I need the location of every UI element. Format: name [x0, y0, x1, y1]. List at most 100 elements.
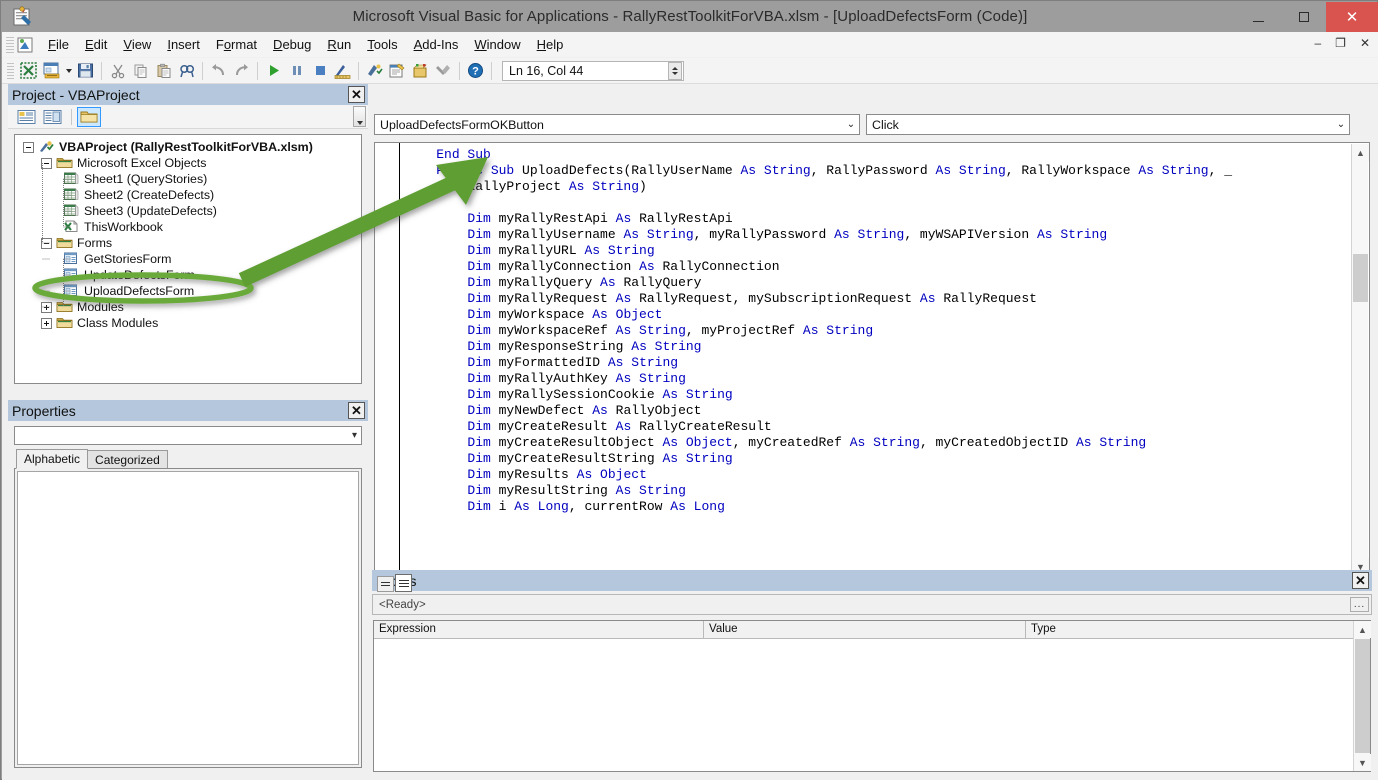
code-editor[interactable]: End Sub Public Sub UploadDefects(RallyUs… — [374, 142, 1370, 594]
expander-minus-icon[interactable] — [41, 237, 52, 249]
locals-close-icon[interactable]: ✕ — [1352, 572, 1369, 589]
save-icon[interactable] — [74, 60, 97, 82]
maximize-button[interactable] — [1281, 2, 1326, 32]
view-code-icon[interactable] — [14, 107, 38, 127]
menu-format[interactable]: Format — [208, 34, 265, 55]
object-dropdown[interactable]: UploadDefectsFormOKButton ⌄ — [374, 114, 860, 135]
paste-icon[interactable] — [152, 60, 175, 82]
chevron-down-icon[interactable]: ⌄ — [843, 119, 859, 130]
expander-minus-icon[interactable] — [23, 141, 34, 153]
tree-item-microsoft-excel-objects[interactable]: Microsoft Excel Objects — [15, 155, 361, 171]
toolbar-separator — [358, 61, 359, 80]
mdi-restore-button[interactable]: ❐ — [1333, 36, 1348, 50]
copy-icon[interactable] — [129, 60, 152, 82]
view-object-icon[interactable] — [40, 107, 64, 127]
menu-window[interactable]: Window — [466, 34, 528, 55]
code-line: Dim myRallyRestApi As RallyRestApi — [467, 211, 733, 226]
code-vertical-scrollbar[interactable]: ▲ ▼ — [1351, 144, 1369, 575]
tree-item-modules[interactable]: Modules — [15, 299, 361, 315]
menu-grip-handle[interactable] — [6, 36, 14, 53]
insert-userform-icon[interactable] — [40, 60, 63, 82]
procedure-dropdown[interactable]: Click ⌄ — [866, 114, 1350, 135]
locals-more-button[interactable]: ... — [1350, 597, 1369, 612]
toolbox-icon[interactable] — [432, 60, 455, 82]
tree-item-label: VBAProject (RallyRestToolkitForVBA.xlsm) — [59, 140, 313, 154]
project-explorer-icon[interactable] — [363, 60, 386, 82]
tree-item-class-modules[interactable]: Class Modules — [15, 315, 361, 331]
menu-edit[interactable]: Edit — [77, 34, 115, 55]
column-header-expression[interactable]: Expression — [374, 621, 704, 638]
menu-addins[interactable]: Add-Ins — [406, 34, 467, 55]
locals-vscroll-thumb[interactable] — [1355, 639, 1370, 753]
break-icon[interactable] — [285, 60, 308, 82]
project-tree[interactable]: VBAProject (RallyRestToolkitForVBA.xlsm) — [14, 134, 362, 384]
menu-insert[interactable]: Insert — [159, 34, 208, 55]
tree-item-thisworkbook[interactable]: ThisWorkbook — [15, 219, 361, 235]
menu-debug[interactable]: Debug — [265, 34, 319, 55]
column-header-value[interactable]: Value — [704, 621, 1026, 638]
tree-item-forms[interactable]: Forms — [15, 235, 361, 251]
run-icon[interactable] — [262, 60, 285, 82]
properties-window-icon[interactable] — [386, 60, 409, 82]
find-icon[interactable] — [175, 60, 198, 82]
mdi-close-button[interactable]: ✕ — [1358, 36, 1372, 50]
folder-icon — [56, 156, 73, 170]
close-button[interactable]: ✕ — [1326, 2, 1378, 32]
menu-view[interactable]: View — [115, 34, 159, 55]
properties-list[interactable] — [14, 468, 362, 768]
insert-dropdown-arrow[interactable] — [63, 60, 74, 82]
chevron-down-icon[interactable]: ⌄ — [1333, 119, 1349, 130]
toggle-folders-icon[interactable] — [77, 106, 101, 127]
properties-close-icon[interactable]: ✕ — [348, 402, 365, 419]
menu-file[interactable]: File — [40, 34, 77, 55]
procedure-view-button[interactable] — [377, 576, 394, 592]
tree-item-sheet3[interactable]: Sheet3 (UpdateDefects) — [15, 203, 361, 219]
locals-grid[interactable]: Expression Value Type ▲ ▼ — [373, 620, 1371, 772]
project-explorer-titlebar: Project - VBAProject ✕ — [8, 84, 368, 105]
toolbar-grip-handle[interactable] — [7, 62, 14, 79]
help-icon[interactable]: ? — [464, 60, 487, 82]
code-text-content[interactable]: End Sub Public Sub UploadDefects(RallyUs… — [405, 147, 1232, 515]
folder-icon — [56, 236, 73, 250]
properties-list-inner[interactable] — [17, 471, 359, 765]
tree-item-getstoriesform[interactable]: GetStoriesForm — [15, 251, 361, 267]
menu-run[interactable]: Run — [319, 34, 359, 55]
locals-vertical-scrollbar[interactable]: ▲ ▼ — [1353, 621, 1371, 771]
tab-alphabetic[interactable]: Alphabetic — [16, 449, 89, 469]
menu-help[interactable]: Help — [529, 34, 572, 55]
expander-minus-icon[interactable] — [41, 157, 52, 169]
object-browser-icon[interactable] — [409, 60, 432, 82]
view-excel-icon[interactable] — [17, 60, 40, 82]
full-module-view-button[interactable] — [395, 574, 412, 592]
design-mode-icon[interactable] — [331, 60, 354, 82]
reset-icon[interactable] — [308, 60, 331, 82]
chevron-down-icon[interactable]: ▾ — [352, 430, 357, 441]
menu-tools[interactable]: Tools — [359, 34, 405, 55]
scroll-up-arrow-icon[interactable]: ▲ — [1354, 621, 1371, 638]
cut-icon[interactable] — [106, 60, 129, 82]
project-explorer-close-icon[interactable]: ✕ — [348, 86, 365, 103]
scroll-down-arrow-icon[interactable]: ▼ — [1354, 754, 1371, 771]
code-vscroll-thumb[interactable] — [1353, 254, 1368, 302]
tab-categorized[interactable]: Categorized — [87, 450, 168, 469]
code-line: Dim myCreateResultString As String — [467, 451, 733, 466]
position-spinner[interactable] — [668, 61, 682, 80]
expander-plus-icon[interactable] — [41, 317, 52, 329]
minimize-button[interactable] — [1236, 2, 1281, 32]
tree-item-updatedefectsform[interactable]: UpdateDefectsForm — [15, 267, 361, 283]
expander-plus-icon[interactable] — [41, 301, 52, 313]
redo-icon[interactable] — [230, 60, 253, 82]
tree-item-uploaddefectsform[interactable]: UploadDefectsForm — [15, 283, 361, 299]
column-header-type[interactable]: Type — [1026, 621, 1370, 638]
position-indicator-field[interactable]: Ln 16, Col 44 — [502, 60, 684, 81]
tree-item-sheet2[interactable]: Sheet2 (CreateDefects) — [15, 187, 361, 203]
tree-item-sheet1[interactable]: Sheet1 (QueryStories) — [15, 171, 361, 187]
code-line: Dim myFormattedID As String — [467, 355, 679, 370]
code-window-combos: UploadDefectsFormOKButton ⌄ Click ⌄ — [374, 114, 1370, 135]
mdi-minimize-button[interactable]: – — [1312, 36, 1323, 50]
undo-icon[interactable] — [207, 60, 230, 82]
project-panel-spinner[interactable] — [353, 106, 366, 127]
properties-object-combo[interactable]: ▾ — [14, 426, 362, 445]
scroll-up-arrow-icon[interactable]: ▲ — [1352, 144, 1369, 161]
tree-item-vbaproject[interactable]: VBAProject (RallyRestToolkitForVBA.xlsm) — [15, 139, 361, 155]
